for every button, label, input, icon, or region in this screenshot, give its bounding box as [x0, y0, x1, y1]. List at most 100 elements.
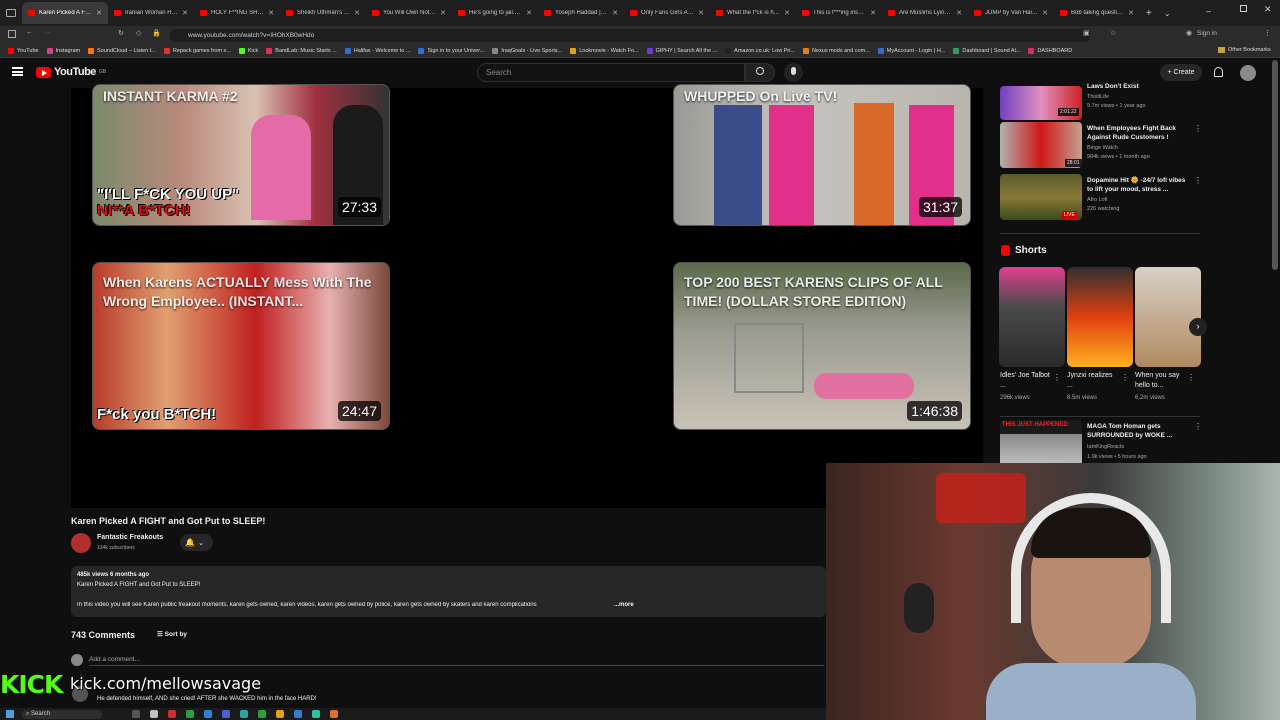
browser-tab[interactable]: Are Muslims Lying Ab ✕	[882, 2, 968, 24]
taskbar-app-icon[interactable]	[276, 710, 284, 718]
endscreen-video-3[interactable]: When Karens ACTUALLY Mess With The Wrong…	[92, 262, 390, 430]
taskbar-app-icon[interactable]	[240, 710, 248, 718]
lock-icon[interactable]: 🔒	[152, 29, 161, 37]
sort-button[interactable]: ☰ Sort by	[157, 630, 187, 638]
browser-tab[interactable]: He's going to jail... - Yo ✕	[452, 2, 538, 24]
taskbar-app-icon[interactable]	[312, 710, 320, 718]
bookmark-item[interactable]: DASHBOARD	[1028, 47, 1072, 54]
menu-icon[interactable]: ⋮	[1264, 29, 1271, 37]
close-tab-icon[interactable]: ✕	[268, 9, 274, 17]
bookmark-item[interactable]: Kick	[238, 47, 258, 54]
endscreen-video-2[interactable]: WHUPPED On Live TV! 31:37	[673, 84, 971, 226]
browser-tab[interactable]: You Will Own Nothing ✕	[366, 2, 452, 24]
browser-tab[interactable]: Iranian Woman Has U ✕	[108, 2, 194, 24]
bookmark-item[interactable]: Instagram	[46, 47, 80, 54]
minimize-button[interactable]: –	[1206, 6, 1211, 16]
taskbar-app-icon[interactable]	[204, 710, 212, 718]
avatar[interactable]	[1240, 65, 1256, 81]
extensions-icon[interactable]: ▣	[1083, 29, 1090, 37]
close-tab-icon[interactable]: ✕	[956, 9, 962, 17]
taskbar-app-icon[interactable]	[168, 710, 176, 718]
bookmark-item[interactable]: IraqGoals - Live Sports...	[492, 47, 562, 54]
add-comment-input[interactable]: Add a comment...	[89, 656, 824, 666]
browser-tab[interactable]: This is f***ing insane... ✕	[796, 2, 882, 24]
notifications-toggle[interactable]: 🔔 ⌄	[180, 534, 213, 551]
sidebar-icon[interactable]	[8, 30, 16, 38]
bookmark-star-icon[interactable]: ☆	[1110, 29, 1116, 37]
taskbar-app-icon[interactable]	[132, 710, 140, 718]
browser-tab[interactable]: HOLY F**ING SH*T... ✕	[194, 2, 280, 24]
other-bookmarks[interactable]: Other Bookmarks	[1218, 47, 1271, 53]
close-tab-icon[interactable]: ✕	[182, 9, 188, 17]
bookmark-item[interactable]: SoundCloud – Listen t...	[88, 47, 156, 54]
tab-strip-icon[interactable]	[6, 9, 16, 17]
search-input[interactable]: Search	[477, 63, 745, 82]
close-tab-icon[interactable]: ✕	[354, 9, 360, 17]
more-options-icon[interactable]: ⋮	[1121, 373, 1129, 382]
close-window-button[interactable]: ✕	[1264, 4, 1272, 15]
bookmark-item[interactable]: Sign in to your Univer...	[418, 47, 484, 54]
sidebar-video[interactable]: THIS JUST HAPPENED MAGA Tom Homan gets S…	[1000, 420, 1202, 468]
taskbar-app-icon[interactable]	[294, 710, 302, 718]
close-tab-icon[interactable]: ✕	[440, 9, 446, 17]
taskbar-app-icon[interactable]	[150, 710, 158, 718]
taskbar-app-icon[interactable]	[222, 710, 230, 718]
short-video[interactable]	[1135, 267, 1201, 367]
more-options-icon[interactable]: ⋮	[1053, 373, 1061, 382]
shield-icon[interactable]: ◇	[136, 29, 141, 37]
close-tab-icon[interactable]: ✕	[612, 9, 618, 17]
more-options-icon[interactable]: ⋮	[1194, 176, 1202, 185]
page-scrollbar[interactable]	[1272, 60, 1278, 270]
short-video[interactable]	[999, 267, 1065, 367]
channel-name[interactable]: Fantastic Freakouts	[97, 534, 163, 541]
browser-tab[interactable]: Sheikh Uthman's Dev ✕	[280, 2, 366, 24]
maximize-button[interactable]	[1240, 5, 1247, 12]
taskbar-search[interactable]: ⌕ Search	[22, 709, 102, 719]
browser-tab[interactable]: Bob taking questions ✕	[1054, 2, 1140, 24]
profile-icon[interactable]: ◉	[1186, 29, 1192, 37]
sidebar-video[interactable]: 2:01:22 Laws Don't Exist ThistiLife 9.7m…	[1000, 83, 1200, 120]
short-video[interactable]	[1067, 267, 1133, 367]
bookmark-item[interactable]: GIPHY | Search All the ...	[646, 47, 717, 54]
more-options-icon[interactable]: ⋮	[1187, 373, 1195, 382]
forward-icon[interactable]: →	[44, 29, 51, 36]
shorts-next-button[interactable]: ›	[1189, 318, 1207, 336]
bookmark-item[interactable]: YouTube	[8, 47, 39, 54]
sidebar-video[interactable]: LIVE Dopamine Hit 🌞 -24/7 lofi vibes to …	[1000, 174, 1202, 222]
browser-tab[interactable]: JUMP by Van Halen | ✕	[968, 2, 1054, 24]
tab-search-icon[interactable]: ⌄	[1164, 9, 1171, 18]
notifications-bell-icon[interactable]	[1214, 67, 1223, 77]
more-options-icon[interactable]: ⋮	[1194, 422, 1202, 431]
create-button[interactable]: + Create	[1160, 64, 1202, 81]
close-tab-icon[interactable]: ✕	[698, 9, 704, 17]
browser-tab[interactable]: What the f*ck is happ ✕	[710, 2, 796, 24]
close-tab-icon[interactable]: ✕	[784, 9, 790, 17]
taskbar-app-icon[interactable]	[186, 710, 194, 718]
reload-icon[interactable]: ↻	[118, 29, 124, 37]
bookmark-item[interactable]: Lookmovie - Watch Fo...	[570, 47, 639, 54]
hamburger-menu-icon[interactable]	[12, 67, 23, 76]
channel-avatar[interactable]	[71, 533, 91, 553]
bookmark-item[interactable]: Amazon.co.uk: Low Pri...	[725, 47, 795, 54]
bookmark-item[interactable]: Halifax - Welcome to ...	[344, 47, 410, 54]
endscreen-video-1[interactable]: INSTANT KARMA #2 "I'LL F*CK YOU UP" NI**…	[92, 84, 390, 226]
bookmark-item[interactable]: BandLab: Music Starts ...	[266, 47, 337, 54]
sign-in-label[interactable]: Sign in	[1197, 30, 1217, 37]
browser-tab[interactable]: Yoseph Haddad | This ✕	[538, 2, 624, 24]
taskbar-app-icon[interactable]	[258, 710, 266, 718]
close-tab-icon[interactable]: ✕	[526, 9, 532, 17]
close-tab-icon[interactable]: ✕	[1128, 9, 1134, 17]
search-button[interactable]	[745, 63, 775, 82]
browser-tab[interactable]: Only Fans Girls Are M ✕	[624, 2, 710, 24]
browser-tab[interactable]: Karen Picked A FIGHT ✕	[22, 2, 108, 24]
url-field[interactable]: www.youtube.com/watch?v=IHOhXB0wHdo	[170, 29, 1090, 42]
close-tab-icon[interactable]: ✕	[96, 9, 102, 17]
youtube-logo[interactable]: YouTube GB	[36, 66, 106, 78]
description-box[interactable]: 485k views 6 months ago Karen Picked A F…	[71, 566, 826, 617]
new-tab-button[interactable]: +	[1146, 8, 1152, 19]
close-tab-icon[interactable]: ✕	[870, 9, 876, 17]
close-tab-icon[interactable]: ✕	[1042, 9, 1048, 17]
taskbar-app-icon[interactable]	[330, 710, 338, 718]
bookmark-item[interactable]: Dashboard | Sound Al...	[953, 47, 1020, 54]
more-options-icon[interactable]: ⋮	[1194, 124, 1202, 133]
